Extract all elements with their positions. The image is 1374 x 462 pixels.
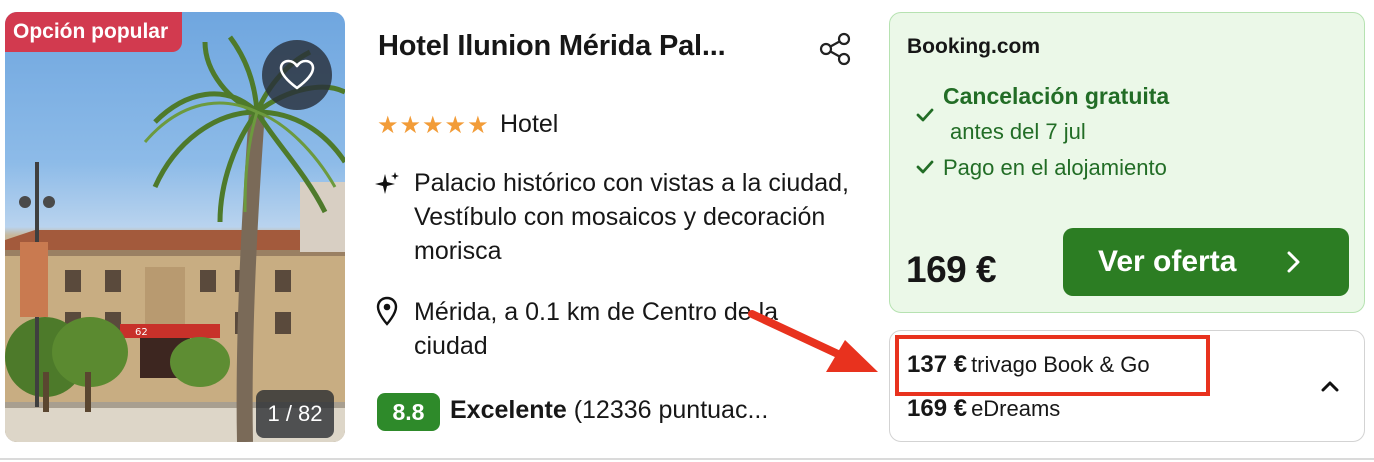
hotel-photo[interactable]: 62 Opción popular 1 / 82 <box>5 12 345 442</box>
star-icon: ★ <box>422 112 444 139</box>
hotel-highlights: Palacio histórico con vistas a la ciudad… <box>414 169 849 265</box>
rating-count: (12336 puntuac... <box>573 396 769 424</box>
check-icon <box>916 160 934 174</box>
accommodation-type: Hotel <box>500 110 559 138</box>
sparkle-icon <box>375 172 399 194</box>
rating-score[interactable]: 8.8 <box>377 393 440 431</box>
chevron-up-icon[interactable] <box>1318 374 1342 398</box>
star-icon: ★ <box>399 112 422 139</box>
check-icon <box>916 108 934 122</box>
star-rating: ★ ★ ★ ★ ★ <box>377 113 489 139</box>
other-prices-card[interactable]: 137 € trivago Book & Go 169 € eDreams <box>889 330 1365 442</box>
star-icon: ★ <box>444 112 467 139</box>
rating-summary[interactable]: Excelente (12336 puntuac... <box>450 396 768 425</box>
view-offer-button[interactable]: Ver oferta <box>1063 228 1349 296</box>
heart-icon <box>279 59 315 90</box>
price-value: 137 € <box>907 351 968 378</box>
deal-provider: Booking.com <box>907 35 1041 58</box>
price-provider: trivago Book & Go <box>971 352 1150 377</box>
share-icon <box>819 32 851 66</box>
price-provider: eDreams <box>971 396 1061 421</box>
rating-label: Excelente <box>450 396 567 424</box>
location-pin-icon <box>376 296 398 326</box>
cancellation-deadline: antes del 7 jul <box>950 119 1086 144</box>
view-offer-label: Ver oferta <box>1098 245 1237 278</box>
popular-badge: Opción popular <box>5 12 183 52</box>
deal-price: 169 € <box>906 249 997 290</box>
hotel-sign-text: 62 <box>135 327 148 338</box>
hotel-name[interactable]: Hotel Ilunion Mérida Pal... <box>378 30 798 70</box>
star-icon: ★ <box>467 112 489 139</box>
free-cancellation: Cancelación gratuita <box>943 83 1170 109</box>
top-deal-card[interactable]: Booking.com Cancelación gratuita antes d… <box>889 12 1365 313</box>
price-row-trivago[interactable]: 137 € trivago Book & Go <box>907 351 1150 379</box>
price-value: 169 € <box>907 395 968 422</box>
share-button[interactable] <box>816 30 854 68</box>
star-icon: ★ <box>377 112 399 139</box>
favorite-button[interactable] <box>262 40 332 110</box>
divider <box>0 458 1374 460</box>
pay-at-property: Pago en el alojamiento <box>943 155 1167 180</box>
chevron-right-icon <box>1287 251 1300 273</box>
price-row-edreams[interactable]: 169 € eDreams <box>907 395 1060 423</box>
photo-counter[interactable]: 1 / 82 <box>256 390 334 438</box>
hotel-location[interactable]: Mérida, a 0.1 km de Centro de la ciudad <box>414 295 854 363</box>
